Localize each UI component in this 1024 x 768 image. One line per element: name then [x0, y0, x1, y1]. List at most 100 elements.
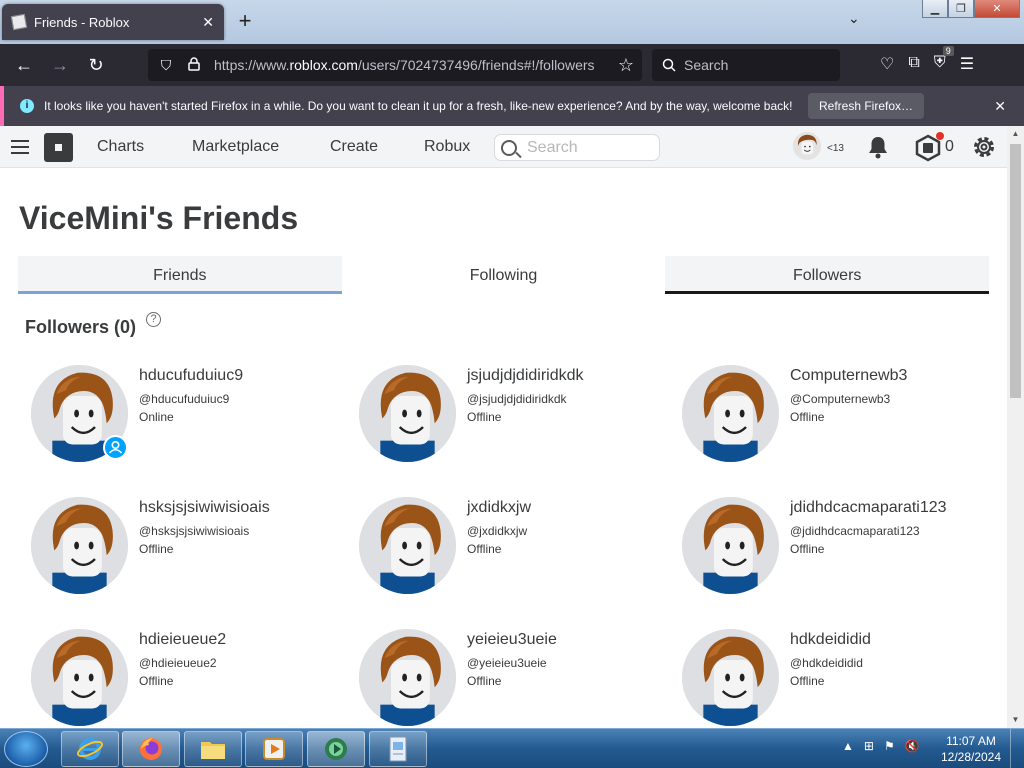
user-card-status: Offline — [139, 674, 174, 688]
settings-gear-icon[interactable] — [971, 134, 997, 160]
user-card[interactable]: hdkdeididid @hdkdeididid Offline — [682, 629, 1002, 728]
user-card-avatar[interactable] — [359, 497, 456, 594]
media-player-icon[interactable] — [245, 731, 303, 767]
user-card-name[interactable]: jxdidkxjw — [467, 499, 531, 517]
browser-tab[interactable]: Friends - Roblox ✕ — [2, 4, 224, 40]
toolbar-right-icons: ♡ ⧉ ⛨ 9 ☰ — [880, 46, 974, 74]
user-card-name[interactable]: yeieieu3ueie — [467, 631, 557, 649]
nav-marketplace[interactable]: Marketplace — [192, 138, 279, 156]
url-text: https://www.roblox.com/users/7024737496/… — [214, 57, 595, 73]
nav-charts[interactable]: Charts — [97, 138, 144, 156]
tab-following[interactable]: Following — [341, 256, 666, 294]
tab-followers[interactable]: Followers — [665, 256, 990, 294]
maximize-button[interactable]: ❐ — [948, 0, 974, 18]
help-question-icon[interactable]: ? — [146, 312, 161, 327]
user-card[interactable]: yeieieu3ueie @yeieieu3ueie Offline — [359, 629, 679, 728]
nav-robux[interactable]: Robux — [424, 138, 470, 156]
user-card[interactable]: hsksjsjsiwiwisioais @hsksjsjsiwiwisioais O… — [31, 497, 351, 607]
forward-arrow-icon[interactable]: → — [42, 50, 78, 80]
user-card-name[interactable]: hducufuduiuc9 — [139, 367, 243, 385]
robux-icon[interactable] — [914, 132, 944, 162]
user-card-avatar[interactable] — [31, 629, 128, 726]
minimize-button[interactable]: ▁ — [922, 0, 948, 18]
user-card[interactable]: hdieieueue2 @hdieieueue2 Offline — [31, 629, 351, 728]
show-desktop-button[interactable] — [1010, 729, 1024, 768]
user-card-status: Offline — [467, 674, 502, 688]
lock-icon[interactable] — [180, 56, 208, 74]
app-menu-icon[interactable]: ☰ — [960, 54, 974, 74]
action-center-flag-icon[interactable]: ⚑ — [884, 739, 895, 753]
refresh-firefox-button[interactable]: Refresh Firefox… — [808, 93, 925, 119]
user-card-avatar[interactable] — [359, 365, 456, 462]
document-viewer-icon[interactable] — [369, 731, 427, 767]
roblox-search-placeholder: Search — [527, 138, 578, 156]
robux-count: 0 — [945, 138, 954, 155]
section-title: Followers (0) — [25, 317, 137, 337]
bookmark-star-icon[interactable]: ☆ — [618, 55, 634, 76]
search-icon — [662, 58, 676, 72]
user-card-handle: @hdieieueue2 — [139, 656, 217, 670]
firefox-taskbar-icon[interactable] — [122, 731, 180, 767]
user-card-handle: @hducufuduiuc9 — [139, 392, 230, 406]
clock-date: 12/28/2024 — [940, 750, 1002, 764]
roblox-favicon-icon — [10, 13, 28, 31]
tracking-protection-shield-icon[interactable]: ⛉ — [152, 57, 180, 74]
window-titlebar: Friends - Roblox ✕ + ⌄ ▁ ❐ ✕ — [0, 0, 1024, 44]
tab-friends[interactable]: Friends — [18, 256, 342, 294]
user-card-status: Online — [139, 410, 174, 424]
user-card-avatar[interactable] — [682, 497, 779, 594]
internet-explorer-icon[interactable] — [61, 731, 119, 767]
ublock-extension-icon[interactable]: ⛨ 9 — [934, 46, 954, 74]
tab-title: Friends - Roblox — [34, 14, 130, 30]
user-card[interactable]: jxdidkxjw @jxdidkxjw Offline — [359, 497, 679, 607]
tab-close-icon[interactable]: ✕ — [202, 14, 214, 31]
scroll-up-arrow-icon[interactable]: ▲ — [1007, 126, 1024, 142]
taskbar-clock[interactable]: 11:07 AM 12/28/2024 — [940, 733, 1002, 765]
user-card-avatar[interactable] — [682, 629, 779, 726]
notifications-bell-icon[interactable] — [866, 134, 890, 160]
scroll-down-arrow-icon[interactable]: ▼ — [1007, 712, 1024, 728]
browser-search-field[interactable]: Search — [652, 49, 840, 81]
pocket-icon[interactable]: ♡ — [880, 54, 894, 74]
extensions-puzzle-icon[interactable]: ⧉ — [908, 54, 919, 74]
remote-app-icon[interactable] — [307, 731, 365, 767]
show-hidden-icons-arrow-icon[interactable]: ▲ — [842, 739, 854, 753]
list-all-tabs-chevron-down-icon[interactable]: ⌄ — [848, 10, 860, 27]
user-card-handle: @hdkdeididid — [790, 656, 863, 670]
address-bar[interactable]: ⛉ https://www.roblox.com/users/702473749… — [148, 49, 642, 81]
user-card-name[interactable]: hdkdeididid — [790, 631, 871, 649]
user-card-name[interactable]: jdidhdcacmaparati123 — [790, 499, 947, 517]
firefox-refresh-notification: i It looks like you haven't started Fire… — [0, 86, 1024, 126]
hamburger-menu-icon[interactable] — [11, 140, 29, 158]
nav-create[interactable]: Create — [330, 138, 378, 156]
user-card-name[interactable]: hsksjsjsiwiwisioais — [139, 499, 270, 517]
start-button[interactable] — [4, 731, 48, 767]
user-card-handle: @jsjudjdjdidiridkdk — [467, 392, 567, 406]
new-tab-button[interactable]: + — [232, 9, 258, 35]
roblox-search-input[interactable]: Search — [494, 134, 660, 161]
user-card-name[interactable]: hdieieueue2 — [139, 631, 226, 649]
close-window-button[interactable]: ✕ — [974, 0, 1020, 18]
user-card[interactable]: Computernewb3 @Computernewb3 Offline — [682, 365, 1002, 475]
page-title: ViceMini's Friends — [19, 200, 299, 236]
user-card[interactable]: jsjudjdjdidiridkdk @jsjudjdjdidiridkdk Off… — [359, 365, 679, 475]
user-avatar[interactable] — [793, 132, 821, 160]
user-card-name[interactable]: Computernewb3 — [790, 367, 907, 385]
volume-muted-icon[interactable]: 🔇 — [905, 739, 920, 753]
user-card[interactable]: hducufuduiuc9 @hducufuduiuc9 Online — [31, 365, 351, 475]
user-card-avatar[interactable] — [31, 497, 128, 594]
page-scrollbar[interactable]: ▲ ▼ — [1007, 126, 1024, 728]
reload-icon[interactable]: ↻ — [78, 50, 114, 80]
scrollbar-thumb[interactable] — [1010, 144, 1021, 398]
online-presence-icon — [103, 435, 128, 460]
roblox-logo[interactable] — [44, 133, 73, 162]
user-card[interactable]: jdidhdcacmaparati123 @jdidhdcacmaparati12… — [682, 497, 1002, 607]
user-card-name[interactable]: jsjudjdjdidiridkdk — [467, 367, 584, 385]
user-card-status: Offline — [467, 410, 502, 424]
notification-close-icon[interactable]: ✕ — [994, 98, 1006, 115]
back-arrow-icon[interactable]: ← — [6, 50, 42, 80]
user-card-avatar[interactable] — [359, 629, 456, 726]
user-card-avatar[interactable] — [682, 365, 779, 462]
file-explorer-folder-icon[interactable] — [184, 731, 242, 767]
network-icon[interactable]: ⊞ — [864, 739, 874, 753]
